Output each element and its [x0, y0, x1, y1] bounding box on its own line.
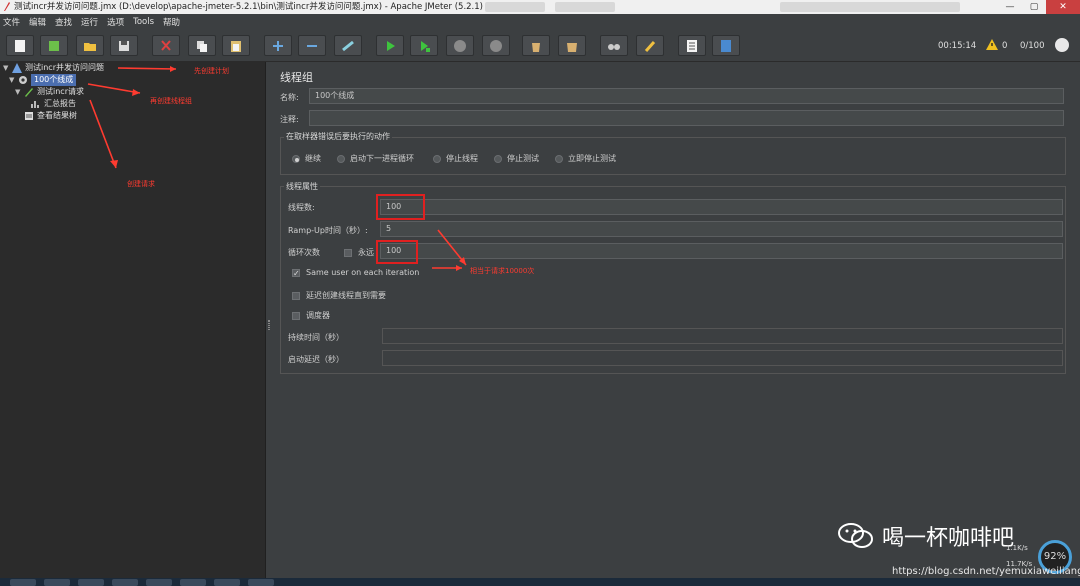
expand-button[interactable]: [264, 35, 292, 56]
new-icon: [15, 39, 25, 52]
start-icon: [387, 40, 395, 51]
watermark: 喝一杯咖啡吧: [838, 520, 1014, 552]
new-button[interactable]: [6, 35, 34, 56]
menu-edit[interactable]: 编辑: [29, 16, 46, 28]
menu-file[interactable]: 文件: [3, 16, 20, 28]
menu-bar: 文件 编辑 查找 运行 选项 Tools 帮助: [0, 14, 1080, 30]
open-icon: [84, 42, 96, 51]
menu-search[interactable]: 查找: [55, 16, 72, 28]
startup-delay-label: 启动延迟（秒）: [288, 355, 344, 364]
thread-group-panel: 线程组 名称: 100个线成 注释: 在取样器错误后要执行的动作 继续 启动下一…: [272, 62, 1080, 578]
test-plan-tree: ▼ 测试incr并发访问问题 ▼ 100个线成 ▼ 测试incr请求 汇总报告 …: [0, 62, 266, 578]
reset-search-button[interactable]: [636, 35, 664, 56]
help-button[interactable]: [712, 35, 740, 56]
background-tab: [485, 2, 545, 12]
shutdown-button[interactable]: [482, 35, 510, 56]
jmeter-feather-icon: [4, 2, 10, 11]
scheduler-checkbox[interactable]: 调度器: [292, 310, 330, 321]
menu-run[interactable]: 运行: [81, 16, 98, 28]
menu-options[interactable]: 选项: [107, 16, 124, 28]
annotation-create-plan: 先创建计划: [194, 67, 229, 75]
duration-field[interactable]: [382, 328, 1063, 344]
function-helper-button[interactable]: [678, 35, 706, 56]
help-icon: [721, 39, 731, 52]
templates-button[interactable]: [40, 35, 68, 56]
annotation-arrows: [87, 66, 177, 169]
menu-tools[interactable]: Tools: [133, 17, 154, 27]
reset-search-icon: [644, 40, 656, 52]
annotation-arrows: [432, 229, 467, 271]
taskbar-item[interactable]: [214, 579, 240, 586]
taskbar-item[interactable]: [44, 579, 70, 586]
function-helper-icon: [687, 39, 697, 52]
start-button[interactable]: [376, 35, 404, 56]
clear-all-icon: [567, 42, 577, 52]
stop-button[interactable]: [446, 35, 474, 56]
clear-all-button[interactable]: [558, 35, 586, 56]
background-tab: [555, 2, 615, 12]
maximize-button[interactable]: ▢: [1022, 0, 1046, 14]
annotation-create-group: 再创建线程组: [150, 97, 192, 105]
clear-icon: [532, 42, 540, 52]
collapse-icon: [307, 44, 317, 47]
annotation-equals: 相当于请求10000次: [470, 267, 535, 275]
startup-delay-field[interactable]: [382, 350, 1063, 366]
toggle-icon: [342, 40, 354, 51]
cut-icon: [161, 39, 171, 51]
copy-button[interactable]: [188, 35, 216, 56]
search-icon: [608, 43, 620, 50]
menu-help[interactable]: 帮助: [163, 16, 180, 28]
toggle-button[interactable]: [334, 35, 362, 56]
checkbox-icon: [292, 311, 300, 320]
csdn-watermark: https://blog.csdn.net/yemuxiaweiliang: [892, 566, 1080, 577]
remote-globe-icon[interactable]: [1055, 38, 1069, 52]
taskbar-item[interactable]: [10, 579, 36, 586]
start-no-pause-button[interactable]: [410, 35, 438, 56]
cut-button[interactable]: [152, 35, 180, 56]
annotation-create-request: 创建请求: [127, 180, 155, 188]
taskbar-item[interactable]: [112, 579, 138, 586]
paste-button[interactable]: [222, 35, 250, 56]
window-title-bar: 测试incr并发访问问题.jmx (D:\develop\apache-jmet…: [0, 0, 1080, 14]
paste-icon: [231, 40, 241, 52]
duration-label: 持续时间（秒）: [288, 333, 344, 342]
shutdown-icon: [490, 39, 502, 52]
elapsed-time: 00:15:14: [938, 41, 977, 51]
minimize-button[interactable]: —: [998, 0, 1022, 14]
checkbox-icon: [292, 291, 300, 300]
toolbar: 00:15:14 0 0/100: [0, 30, 1080, 62]
warning-icon[interactable]: [986, 39, 998, 50]
taskbar: [0, 578, 1080, 586]
background-tab: [780, 2, 960, 12]
taskbar-item[interactable]: [248, 579, 274, 586]
copy-icon: [197, 40, 207, 52]
active-threads: 0/100: [1020, 41, 1045, 51]
start-no-pause-icon: [421, 40, 430, 52]
collapse-button[interactable]: [298, 35, 326, 56]
templates-icon: [49, 40, 59, 51]
window-title: 测试incr并发访问问题.jmx (D:\develop\apache-jmet…: [14, 2, 483, 12]
taskbar-item[interactable]: [146, 579, 172, 586]
upload-rate: 1.1K/s: [1006, 544, 1028, 552]
search-button[interactable]: [600, 35, 628, 56]
expand-icon: [273, 40, 283, 51]
taskbar-item[interactable]: [78, 579, 104, 586]
warning-count: 0: [1002, 41, 1008, 51]
stop-icon: [454, 39, 466, 52]
close-button[interactable]: ✕: [1046, 0, 1080, 14]
watermark-text: 喝一杯咖啡吧: [882, 526, 1015, 551]
wechat-logo-icon: [838, 523, 873, 548]
open-button[interactable]: [76, 35, 104, 56]
save-icon: [119, 40, 129, 51]
save-button[interactable]: [110, 35, 138, 56]
taskbar-item[interactable]: [180, 579, 206, 586]
clear-button[interactable]: [522, 35, 550, 56]
